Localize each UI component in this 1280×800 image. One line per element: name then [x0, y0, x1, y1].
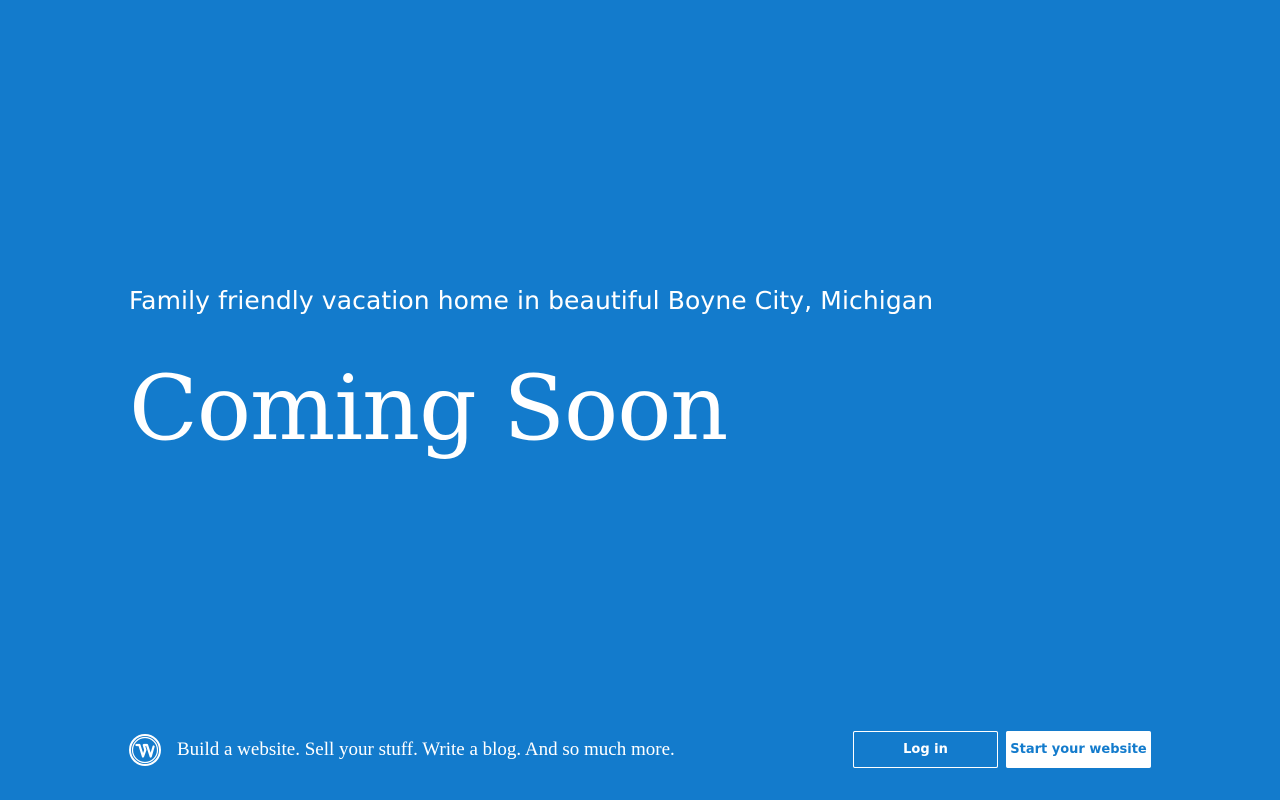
footer-bar: Build a website. Sell your stuff. Write … — [129, 731, 1151, 768]
wordpress-logo-icon[interactable] — [129, 733, 161, 766]
footer-actions: Log in Start your website — [853, 731, 1151, 768]
hero-section: Family friendly vacation home in beautif… — [129, 284, 1129, 464]
site-tagline: Family friendly vacation home in beautif… — [129, 286, 934, 315]
footer-promo: Build a website. Sell your stuff. Write … — [129, 733, 675, 766]
login-button[interactable]: Log in — [853, 731, 998, 768]
start-website-button[interactable]: Start your website — [1006, 731, 1151, 768]
page-headline: Coming Soon — [129, 356, 728, 461]
footer-promo-text: Build a website. Sell your stuff. Write … — [177, 738, 675, 760]
